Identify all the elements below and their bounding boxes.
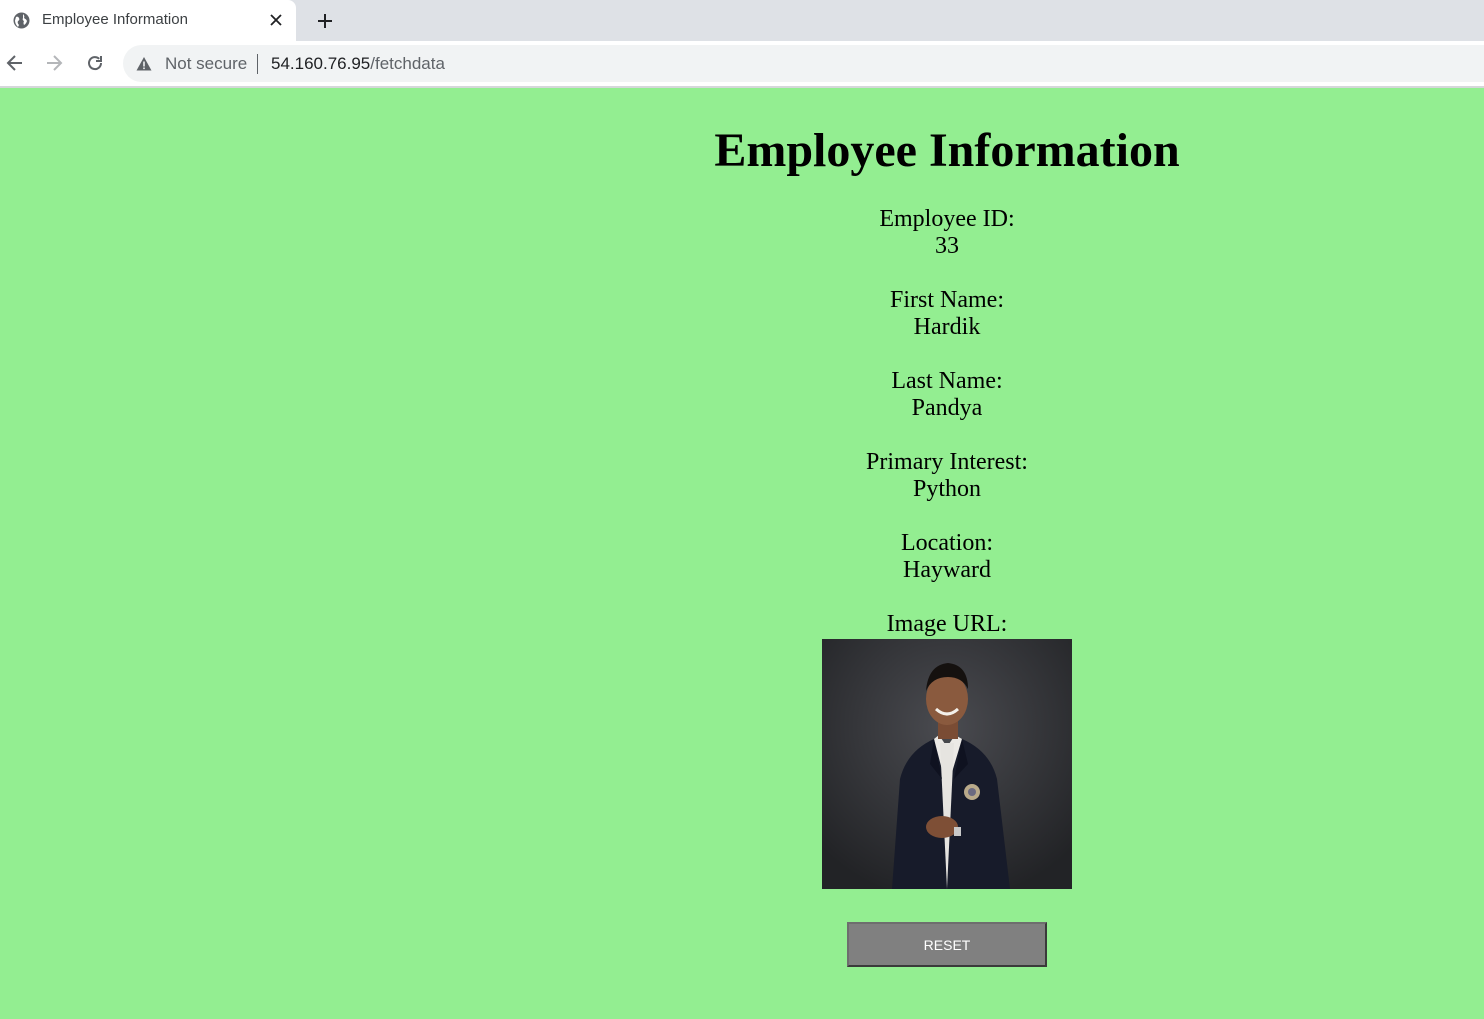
back-arrow-icon bbox=[6, 55, 22, 71]
url-host: 54.160.76.95 bbox=[271, 54, 371, 73]
address-bar[interactable]: Not secure 54.160.76.95/fetchdata bbox=[123, 45, 1484, 82]
plus-icon bbox=[317, 13, 332, 28]
field-first-name: First Name: Hardik bbox=[410, 287, 1484, 341]
field-value: Pandya bbox=[911, 395, 983, 421]
new-tab-button[interactable] bbox=[311, 7, 338, 34]
field-last-name: Last Name: Pandya bbox=[410, 368, 1484, 422]
field-label: Employee ID: bbox=[879, 206, 1015, 232]
omnibox-divider bbox=[257, 54, 258, 74]
forward-arrow-icon bbox=[47, 55, 63, 71]
forward-button[interactable] bbox=[40, 49, 68, 77]
field-label: Image URL: bbox=[886, 611, 1008, 637]
reload-button[interactable] bbox=[81, 49, 109, 77]
field-value: Hardik bbox=[913, 314, 981, 340]
browser-tab[interactable]: Employee Information bbox=[0, 0, 296, 41]
field-label: Primary Interest: bbox=[866, 449, 1028, 475]
browser-toolbar: Not secure 54.160.76.95/fetchdata bbox=[0, 41, 1484, 86]
field-label: First Name: bbox=[890, 287, 1004, 313]
field-value: 33 bbox=[935, 233, 959, 259]
tab-strip: Employee Information bbox=[0, 0, 1484, 41]
security-status-label[interactable]: Not secure bbox=[165, 54, 247, 74]
employee-photo bbox=[822, 639, 1072, 889]
field-value: Python bbox=[912, 476, 981, 502]
field-primary-interest: Primary Interest: Python bbox=[410, 449, 1484, 503]
page-title: Employee Information bbox=[714, 124, 1180, 177]
url-text[interactable]: 54.160.76.95/fetchdata bbox=[271, 54, 445, 74]
url-path: /fetchdata bbox=[370, 54, 445, 73]
field-image-url: Image URL: bbox=[410, 611, 1484, 638]
warning-icon[interactable] bbox=[136, 56, 152, 72]
back-button[interactable] bbox=[1, 49, 29, 77]
field-label: Last Name: bbox=[891, 368, 1003, 394]
close-icon[interactable] bbox=[266, 10, 286, 30]
reload-icon bbox=[88, 56, 103, 71]
field-location: Location: Hayward bbox=[410, 530, 1484, 584]
field-employee-id: Employee ID: 33 bbox=[410, 206, 1484, 260]
globe-icon bbox=[13, 12, 30, 29]
page-body: Employee Information Employee ID: 33 Fir… bbox=[0, 88, 1484, 1019]
field-label: Location: bbox=[901, 530, 993, 556]
reset-button[interactable]: RESET bbox=[847, 922, 1047, 967]
field-value: Hayward bbox=[903, 557, 991, 583]
tab-title: Employee Information bbox=[42, 11, 188, 28]
